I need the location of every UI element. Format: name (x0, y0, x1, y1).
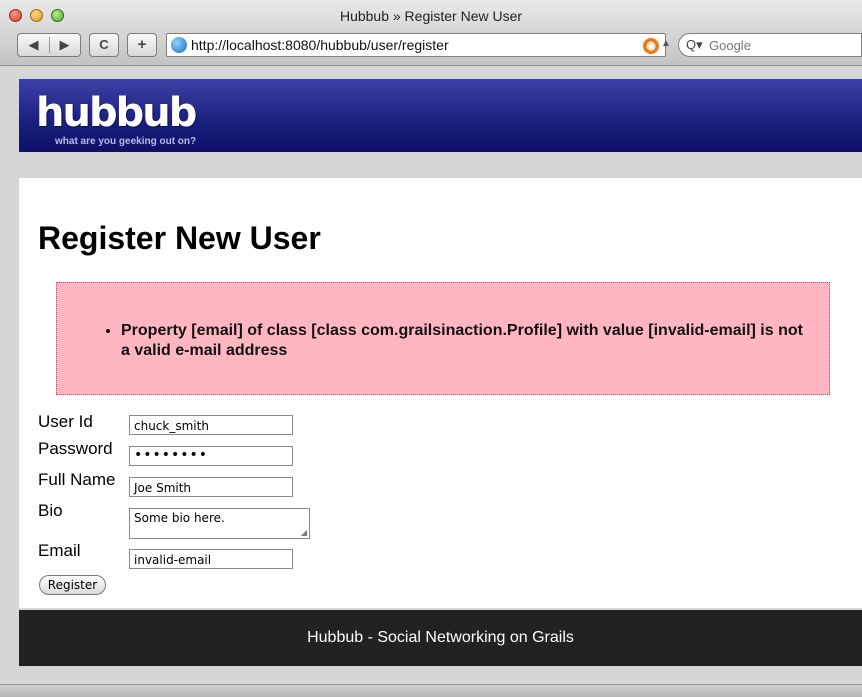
user-id-label: User Id (38, 412, 93, 431)
full-name-label: Full Name (38, 470, 116, 489)
bio-textarea[interactable]: Some bio here. ◢ (129, 508, 310, 539)
main-content: Register New User Property [email] of cl… (19, 178, 862, 608)
chevron-up-icon[interactable]: ▲ (661, 38, 671, 49)
status-bar (0, 684, 862, 697)
browser-window: Hubbub » Register New User ◀ ▶ C + http:/… (0, 0, 862, 697)
user-id-field[interactable]: chuck_smith (129, 415, 293, 435)
forward-icon[interactable]: ▶ (49, 34, 80, 56)
password-label: Password (38, 439, 113, 458)
bio-label: Bio (38, 501, 63, 520)
search-icon[interactable]: Q▾ (686, 37, 703, 53)
password-field[interactable]: •••••••• (129, 446, 293, 466)
footer-text: Hubbub - Social Networking on Grails (307, 629, 574, 646)
bio-text: Some bio here. (134, 511, 225, 525)
back-forward-buttons: ◀ ▶ (17, 33, 81, 57)
add-bookmark-button[interactable]: + (127, 33, 157, 57)
full-name-field[interactable]: Joe Smith (129, 477, 293, 497)
resize-grip-icon[interactable]: ◢ (301, 528, 307, 537)
back-icon[interactable]: ◀ (18, 34, 49, 56)
web-page: hubbub what are you geeking out on? Regi… (19, 66, 862, 697)
email-field[interactable]: invalid-email (129, 549, 293, 569)
search-field[interactable]: Q▾ Google (678, 33, 862, 57)
url-text[interactable]: http://localhost:8080/hubbub/user/regist… (191, 37, 449, 53)
address-bar[interactable]: http://localhost:8080/hubbub/user/regist… (166, 33, 671, 57)
rss-icon[interactable]: ◉ (643, 38, 659, 54)
error-box: Property [email] of class [class com.gra… (56, 282, 830, 395)
site-header: hubbub what are you geeking out on? (19, 79, 862, 152)
search-placeholder: Google (709, 38, 751, 53)
site-tagline: what are you geeking out on? (55, 136, 197, 147)
reload-icon: C (99, 37, 109, 52)
plus-icon: + (137, 36, 147, 53)
error-list: Property [email] of class [class com.gra… (121, 321, 811, 361)
page-title: Register New User (38, 220, 321, 256)
error-message: Property [email] of class [class com.gra… (121, 321, 811, 361)
email-label: Email (38, 541, 81, 560)
globe-icon (171, 37, 187, 53)
site-footer: Hubbub - Social Networking on Grails (19, 610, 862, 666)
divider (49, 37, 50, 53)
browser-toolbar: Hubbub » Register New User ◀ ▶ C + http:/… (0, 0, 862, 66)
reload-button[interactable]: C (89, 33, 119, 57)
window-title: Hubbub » Register New User (339, 8, 523, 24)
register-button[interactable]: Register (39, 575, 106, 595)
site-logo[interactable]: hubbub (36, 93, 197, 133)
